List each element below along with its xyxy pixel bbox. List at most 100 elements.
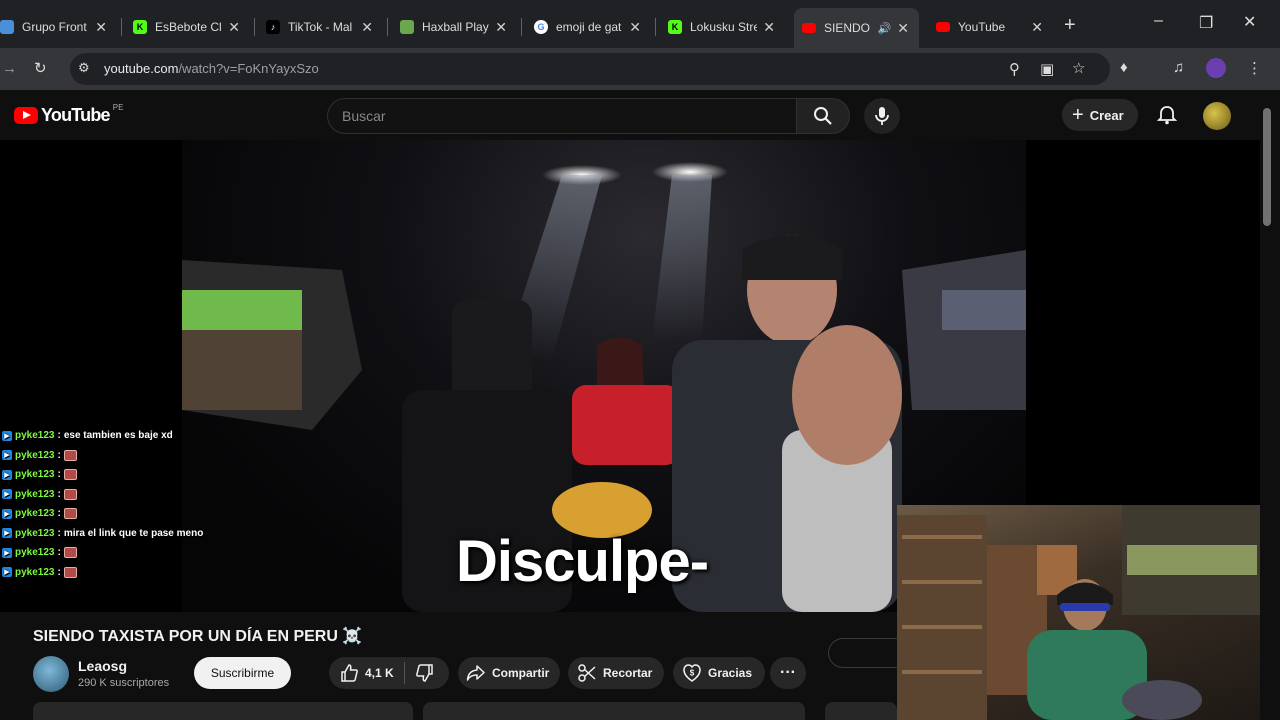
chat-emote-icon [63,508,77,520]
site-info-icon[interactable]: ⚙ [78,60,90,76]
search-button[interactable] [796,98,850,134]
youtube-logo[interactable]: YouTube PE [14,103,124,126]
tab-title: Haxball Play [422,20,489,34]
chat-message: ▶ pyke123: [2,563,203,583]
tab-title: TikTok - Mal [288,20,353,34]
webcam-scene-image [897,505,1260,720]
account-avatar[interactable] [1203,102,1231,130]
side-card[interactable] [825,702,897,720]
forward-icon[interactable]: → [2,60,17,77]
chat-separator: : [57,469,61,481]
youtube-icon [936,22,950,32]
minimize-button[interactable]: – [1154,12,1163,30]
extensions-icon[interactable]: ♦ [1120,59,1128,76]
browser-tab[interactable]: K Lokusku Stre ✕ [660,10,785,44]
menu-kebab-icon[interactable]: ⋮ [1247,59,1262,77]
close-tab-icon[interactable]: ✕ [95,19,107,36]
browser-tab[interactable]: YouTube ✕ [928,10,1053,44]
browser-tab[interactable]: K EsBebote Cli ✕ [125,10,250,44]
reload-icon[interactable]: ↻ [34,59,47,77]
close-tab-icon[interactable]: ✕ [1031,19,1043,36]
group-icon [0,20,14,34]
close-tab-icon[interactable]: ✕ [361,19,373,36]
url-text[interactable]: youtube.com/watch?v=FoKnYayxSzo [104,61,319,76]
twitch-icon: ▶ [2,430,12,441]
tab-title: YouTube [958,20,1006,34]
clip-label: Recortar [603,666,653,680]
voice-search-button[interactable] [864,98,900,134]
tab-separator [521,18,522,36]
url-host: youtube.com [104,61,179,76]
thumbs-up-icon [341,664,358,682]
chat-username: pyke123 [15,430,55,442]
tab-separator [254,18,255,36]
close-tab-icon[interactable]: ✕ [629,19,641,36]
haxball-icon [400,20,414,34]
chat-text: mira el link que te pase meno [63,527,204,539]
scrollbar-thumb[interactable] [1263,108,1271,226]
chat-text: ese tambien es baje xd [63,430,173,442]
url-path: /watch?v=FoKnYayxSzo [178,61,319,76]
chat-message: ▶ pyke123: [2,504,203,524]
chat-separator: : [57,566,61,578]
zoom-icon[interactable]: ⚲ [1009,60,1020,78]
profile-avatar[interactable] [1206,58,1226,78]
tab-title: Grupo Front [22,20,87,34]
chat-emote-icon [63,488,77,500]
chat-message: ▶ pyke123: [2,446,203,466]
description-card[interactable] [33,702,413,720]
super-thanks-icon: $ [683,664,701,682]
close-tab-icon[interactable]: ✕ [897,20,909,37]
video-title: SIENDO TAXISTA POR UN DÍA EN PERU ☠️ [33,628,363,645]
bookmark-star-icon[interactable]: ☆ [1072,59,1085,77]
browser-tab[interactable]: SIENDO 🔊 ✕ [794,8,919,48]
tab-separator [387,18,388,36]
maximize-button[interactable]: ❐ [1199,13,1213,33]
chat-username: pyke123 [15,508,55,520]
search-box[interactable] [327,98,797,134]
chat-username: pyke123 [15,527,55,539]
chat-separator: : [57,430,61,442]
chat-separator: : [57,508,61,520]
browser-tab[interactable]: ♪ TikTok - Mal ✕ [258,10,383,44]
chat-username: pyke123 [15,547,55,559]
notifications-button[interactable] [1156,104,1178,131]
speaker-icon[interactable]: 🔊 [878,22,892,35]
more-actions-button[interactable]: ··· [770,657,806,689]
info-card[interactable] [423,702,805,720]
twitch-icon: ▶ [2,469,12,480]
create-button[interactable]: + Crear [1062,99,1138,131]
media-control-icon[interactable]: ♫ [1173,59,1184,76]
close-tab-icon[interactable]: ✕ [228,19,240,36]
new-tab-button[interactable]: + [1064,14,1076,37]
share-button[interactable]: Compartir [458,657,560,689]
twitch-icon: ▶ [2,508,12,519]
subscribe-button[interactable]: Suscribirme [194,657,291,689]
channel-name[interactable]: Leaosg [78,658,127,674]
channel-avatar[interactable] [33,656,69,692]
tab-title: Lokusku Stre [690,20,758,34]
close-tab-icon[interactable]: ✕ [763,19,775,36]
chat-message: ▶ pyke123: ese tambien es baje xd [2,426,203,446]
more-horizontal-icon: ··· [780,664,796,681]
country-code: PE [112,103,124,112]
create-label: Crear [1089,107,1124,123]
bell-icon [1156,106,1178,125]
browser-tab[interactable]: Gemoji de gat ✕ [526,10,651,44]
chat-separator: : [57,547,61,559]
twitch-icon: ▶ [2,547,12,558]
thanks-button[interactable]: $ Gracias [673,657,765,689]
chat-message: ▶ pyke123: mira el link que te pase meno [2,524,203,544]
close-tab-icon[interactable]: ✕ [495,19,507,36]
like-button[interactable]: 4,1 K [339,663,394,683]
share-label: Compartir [492,666,550,680]
close-window-button[interactable]: ✕ [1243,12,1256,32]
browser-tab[interactable]: Haxball Play ✕ [392,10,517,44]
browser-tab[interactable]: Grupo Front ✕ [0,10,117,44]
chat-separator: : [57,488,61,500]
clip-button[interactable]: Recortar [568,657,664,689]
plus-icon: + [1072,103,1084,126]
dislike-button[interactable] [415,663,435,683]
install-icon[interactable]: ▣ [1040,60,1054,78]
search-input[interactable] [328,99,796,133]
